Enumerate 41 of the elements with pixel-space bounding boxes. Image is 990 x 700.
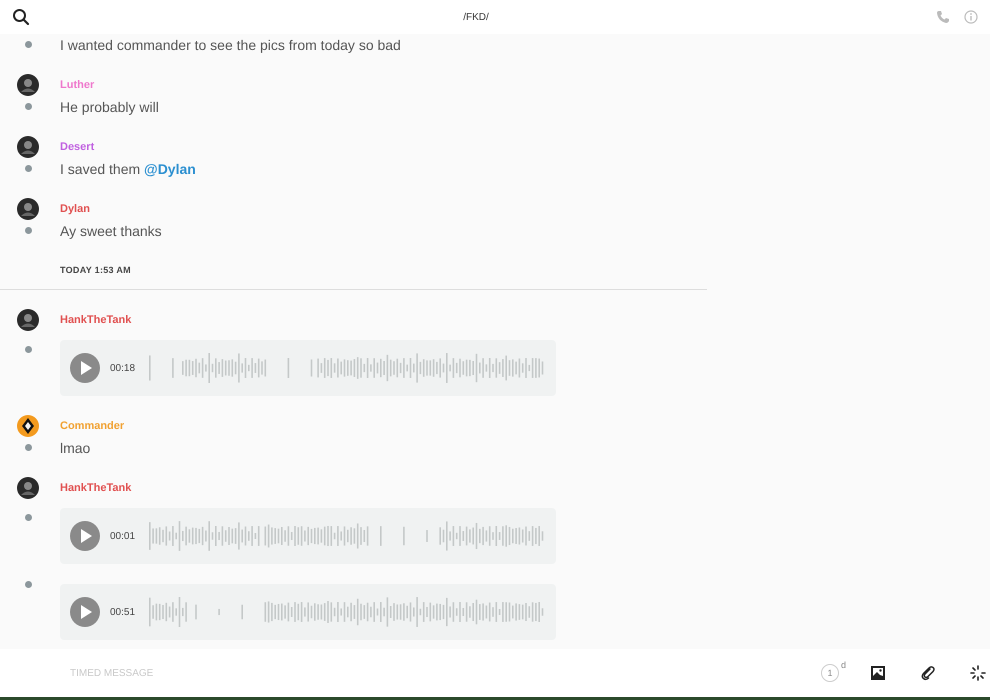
status-dot — [25, 444, 32, 451]
message-text: He probably will — [60, 98, 160, 117]
avatar — [17, 198, 39, 220]
status-dot — [25, 514, 32, 521]
author-name: HankTheTank — [60, 314, 132, 326]
audio-duration: 00:51 — [110, 606, 136, 618]
avatar — [17, 136, 39, 158]
play-button[interactable] — [70, 353, 100, 383]
message-text: I saved them @Dylan — [60, 160, 197, 179]
date-label: TODAY 1:53 AM — [60, 265, 131, 275]
audio-duration: 00:01 — [110, 530, 136, 542]
audio-duration: 00:18 — [110, 362, 136, 374]
message-text: Ay sweet thanks — [60, 222, 163, 241]
author-name: Desert — [60, 141, 96, 153]
author-name: Dylan — [60, 203, 91, 215]
chat-title: /FKD/ — [462, 12, 490, 22]
avatar — [17, 74, 39, 96]
status-dot — [25, 227, 32, 234]
info-icon[interactable] — [964, 10, 978, 24]
status-dot — [25, 41, 32, 48]
avatar — [17, 309, 39, 331]
play-button[interactable] — [70, 597, 100, 627]
status-dot — [25, 346, 32, 353]
author-name: Luther — [60, 79, 96, 91]
timer-unit: d — [840, 660, 846, 670]
loading-icon[interactable] — [970, 665, 986, 681]
play-button[interactable] — [70, 521, 100, 551]
avatar — [17, 415, 39, 437]
status-dot — [25, 103, 32, 110]
status-dot — [25, 581, 32, 588]
message-text: I wanted commander to see the pics from today so bad — [60, 36, 402, 55]
search-icon[interactable] — [12, 8, 30, 26]
timer-button[interactable]: 1 — [820, 664, 839, 682]
avatar — [17, 477, 39, 499]
image-icon[interactable] — [870, 665, 886, 681]
message-text: lmao — [60, 439, 92, 458]
status-dot — [25, 165, 32, 172]
phone-icon[interactable] — [936, 10, 950, 24]
author-name: Commander — [60, 420, 126, 432]
author-name: HankTheTank — [60, 482, 132, 494]
paperclip-icon[interactable] — [920, 665, 936, 681]
